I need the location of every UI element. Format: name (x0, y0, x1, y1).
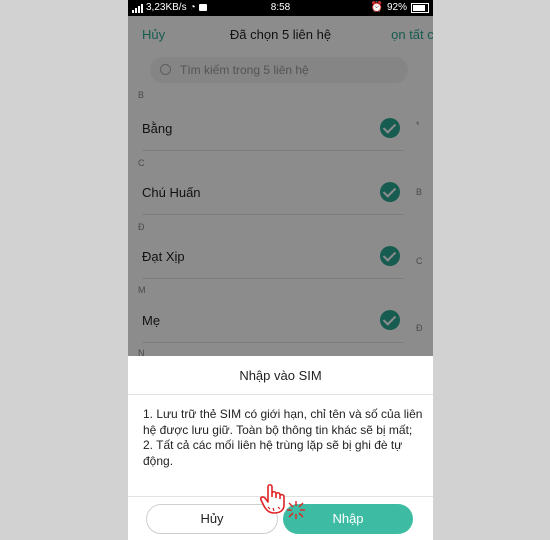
dialog-message-line-1: 1. Lưu trữ thẻ SIM có giới hạn, chỉ tên … (143, 407, 423, 437)
tap-burst-icon (287, 501, 305, 519)
battery-percent: 92% (386, 2, 407, 13)
divider (128, 394, 433, 395)
battery-icon (411, 2, 429, 13)
dialog-title: Nhập vào SIM (239, 368, 322, 383)
phone-screen: 3,23KB/s ◔ 8:58 ⏰ 92% Hủy Đã chọn 5 liên… (128, 0, 433, 540)
tap-hand-icon (260, 483, 285, 514)
status-bar: 3,23KB/s ◔ 8:58 ⏰ 92% (128, 0, 433, 16)
dialog-message-line-2: 2. Tất cả các mối liên hệ trùng lặp sẽ b… (143, 438, 403, 468)
alarm-icon: ⏰ (370, 2, 383, 13)
dim-overlay[interactable] (128, 16, 433, 356)
dialog-message: 1. Lưu trữ thẻ SIM có giới hạn, chỉ tên … (143, 407, 425, 469)
